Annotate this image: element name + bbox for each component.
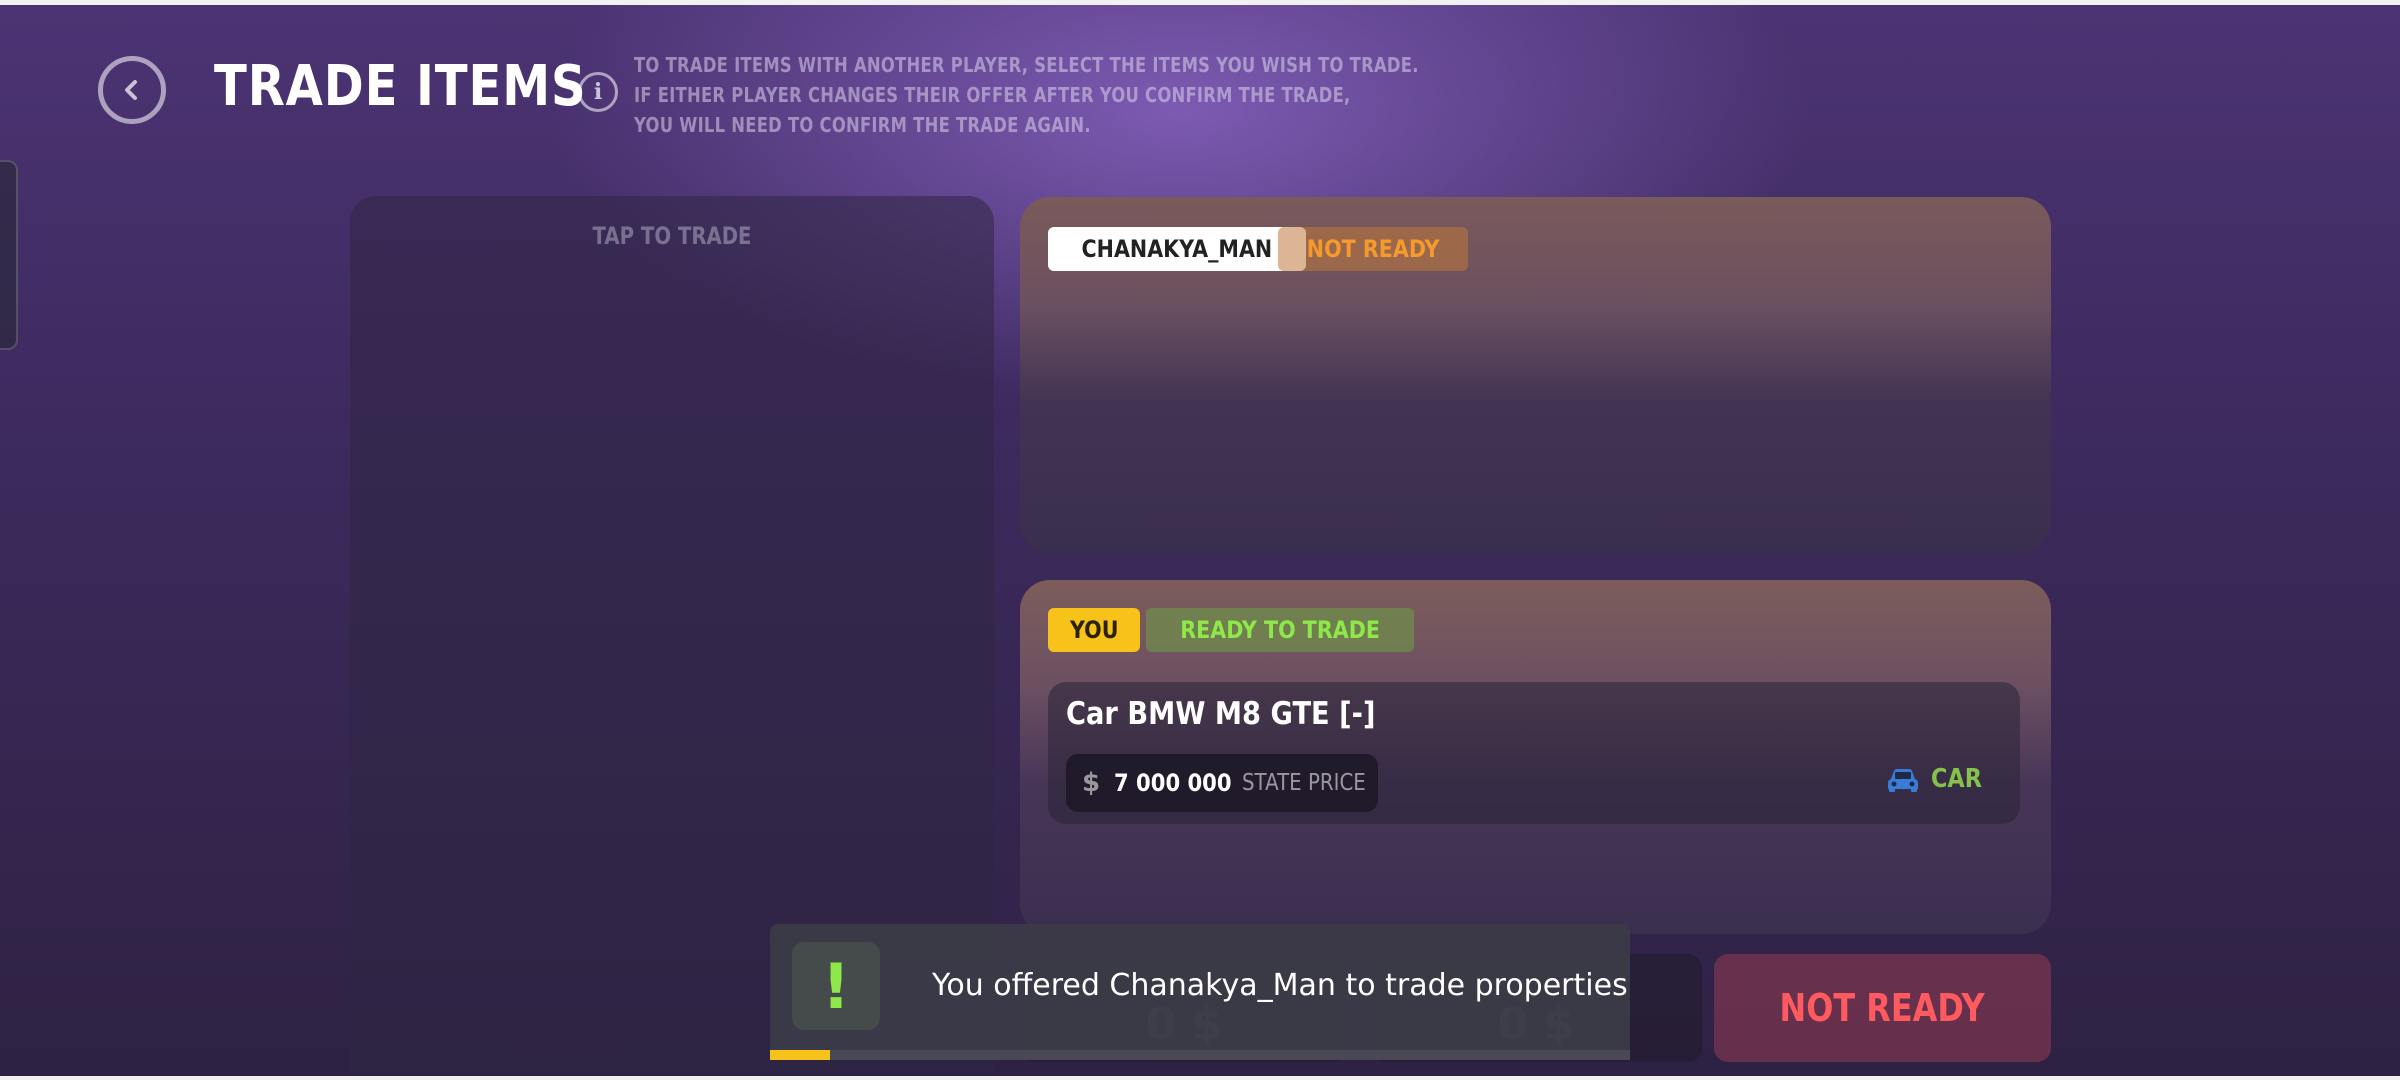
ready-toggle-label: NOT READY [1779,986,1986,1030]
top-edge [0,0,2400,5]
info-icon[interactable]: i [578,72,618,112]
car-icon [1887,769,1918,792]
price-label: STATE PRICE [1241,770,1366,796]
item-type-label: CAR [1930,764,1982,794]
bottom-edge [0,1076,2400,1080]
other-player-offer: CHANAKYA_MAN NOT READY [1020,197,2051,553]
item-name: Car BMW M8 GTE [-] [1066,696,1376,732]
info-line: IF EITHER PLAYER CHANGES THEIR OFFER AFT… [634,83,1351,107]
ready-toggle-button[interactable]: NOT READY [1714,954,2051,1062]
side-drawer-handle[interactable] [0,160,18,350]
toast-progress-track [770,1050,1630,1060]
price-pill: $ 7 000 000 STATE PRICE [1066,754,1378,812]
toast-message: You offered Chanakya_Man to trade proper… [932,968,1628,1003]
back-button[interactable] [98,56,166,124]
toast-progress-bar [770,1050,831,1060]
other-status-badge: NOT READY [1278,227,1469,271]
your-status-badge: READY TO TRADE [1146,608,1415,652]
offered-item[interactable]: Car BMW M8 GTE [-] $ 7 000 000 STATE PRI… [1048,682,2020,824]
your-offer: YOU READY TO TRADE Car BMW M8 GTE [-] $ … [1020,580,2051,934]
currency-symbol: $ [1082,768,1101,798]
item-price: 7 000 000 [1114,769,1232,797]
info-line: YOU WILL NEED TO CONFIRM THE TRADE AGAIN… [634,113,1091,137]
you-badge: YOU [1048,608,1141,652]
player-name-badge: CHANAKYA_MAN [1048,227,1306,271]
info-text: TO TRADE ITEMS WITH ANOTHER PLAYER, SELE… [634,50,1419,140]
alert-icon: ! [792,942,880,1030]
chevron-left-icon [125,80,137,100]
notification-toast: ! You offered Chanakya_Man to trade prop… [770,924,1630,1060]
item-type: CAR [1885,764,1990,794]
info-line: TO TRADE ITEMS WITH ANOTHER PLAYER, SELE… [634,53,1419,77]
tap-to-trade-label: TAP TO TRADE [592,222,752,250]
page-title: TRADE ITEMS [214,54,587,119]
